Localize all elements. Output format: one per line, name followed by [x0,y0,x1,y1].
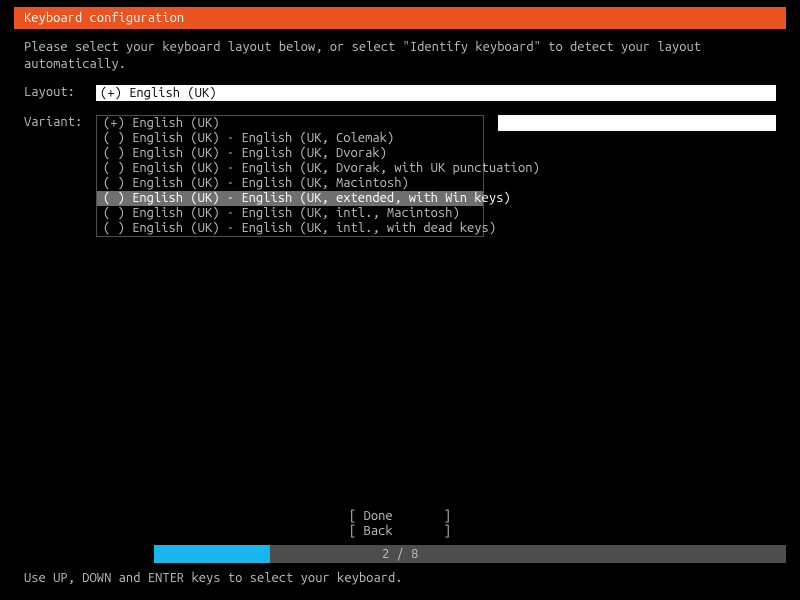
variant-item[interactable]: ( ) English (UK) - English (UK, Dvorak) [97,146,483,161]
footer-hint: Use UP, DOWN and ENTER keys to select yo… [24,571,403,585]
variant-field-row: Variant: (+) English (UK)( ) English (UK… [24,115,776,237]
progress-spacer [14,545,154,563]
variant-item[interactable]: ( ) English (UK) - English (UK, intl., w… [97,221,483,236]
progress-filled [154,545,270,563]
instructions-text: Please select your keyboard layout below… [24,39,776,73]
variant-item[interactable]: ( ) English (UK) - English (UK, Dvorak, … [97,161,483,176]
variant-item[interactable]: ( ) English (UK) - English (UK, intl., M… [97,206,483,221]
progress-bar: 2 / 8 [14,545,786,563]
variant-listbox[interactable]: (+) English (UK)( ) English (UK) - Engli… [96,115,484,237]
back-button[interactable]: [ Back ] [14,524,786,539]
buttons-area: [ Done ] [ Back ] [14,509,786,539]
header-bar: Keyboard configuration [14,7,786,29]
layout-value-text: (+) English (UK) [100,85,216,101]
page-title: Keyboard configuration [24,11,184,25]
variant-label: Variant: [24,115,96,129]
variant-item[interactable]: ( ) English (UK) - English (UK, extended… [97,191,483,206]
variant-item[interactable]: (+) English (UK) [97,116,483,131]
layout-field-row: Layout: (+) English (UK) [24,85,776,101]
progress-text: 2 / 8 [382,547,418,561]
variant-item[interactable]: ( ) English (UK) - English (UK, Colemak) [97,131,483,146]
layout-label: Layout: [24,85,96,99]
progress-remaining: 2 / 8 [270,545,786,563]
variant-item[interactable]: ( ) English (UK) - English (UK, Macintos… [97,176,483,191]
variant-right-indicator [498,115,776,131]
done-button[interactable]: [ Done ] [14,509,786,524]
layout-select[interactable]: (+) English (UK) [96,85,776,101]
